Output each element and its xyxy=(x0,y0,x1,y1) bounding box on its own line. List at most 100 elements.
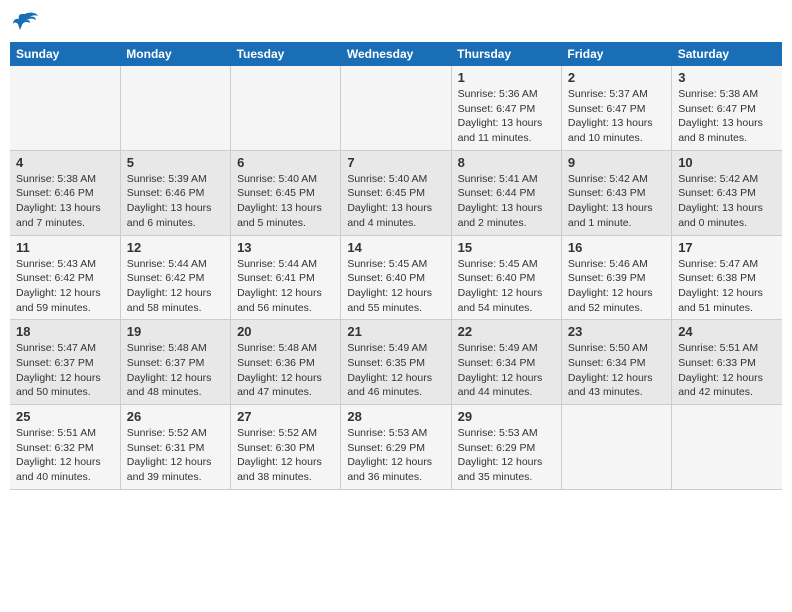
day-number: 2 xyxy=(568,70,665,85)
cell-content: Sunrise: 5:51 AM xyxy=(16,426,114,441)
day-number: 20 xyxy=(237,324,334,339)
cell-content: and 0 minutes. xyxy=(678,216,776,231)
calendar-week-row: 1Sunrise: 5:36 AMSunset: 6:47 PMDaylight… xyxy=(10,66,782,150)
cell-content: and 11 minutes. xyxy=(458,131,555,146)
day-number: 9 xyxy=(568,155,665,170)
cell-content: Sunset: 6:47 PM xyxy=(678,102,776,117)
cell-content: Sunset: 6:46 PM xyxy=(16,186,114,201)
cell-content: Sunrise: 5:45 AM xyxy=(458,257,555,272)
cell-content: Sunset: 6:38 PM xyxy=(678,271,776,286)
cell-content: and 1 minute. xyxy=(568,216,665,231)
cell-content: Sunset: 6:33 PM xyxy=(678,356,776,371)
cell-content: and 59 minutes. xyxy=(16,301,114,316)
cell-content: Sunrise: 5:46 AM xyxy=(568,257,665,272)
calendar-cell: 8 Sunrise: 5:41 AMSunset: 6:44 PMDaylight… xyxy=(451,150,561,235)
cell-content: and 2 minutes. xyxy=(458,216,555,231)
cell-content: Sunrise: 5:53 AM xyxy=(347,426,444,441)
calendar-cell: 2Sunrise: 5:37 AMSunset: 6:47 PMDaylight… xyxy=(561,66,671,150)
cell-content: Sunset: 6:45 PM xyxy=(237,186,334,201)
day-number: 26 xyxy=(127,409,224,424)
cell-content: Sunset: 6:40 PM xyxy=(347,271,444,286)
cell-content: Daylight: 13 hours xyxy=(347,201,444,216)
calendar-cell: 11Sunrise: 5:43 AMSunset: 6:42 PMDayligh… xyxy=(10,235,120,320)
cell-content: Daylight: 13 hours xyxy=(458,201,555,216)
cell-content: and 55 minutes. xyxy=(347,301,444,316)
day-header-friday: Friday xyxy=(561,42,671,66)
cell-content: and 4 minutes. xyxy=(347,216,444,231)
cell-content: Sunset: 6:36 PM xyxy=(237,356,334,371)
calendar-cell: 28Sunrise: 5:53 AMSunset: 6:29 PMDayligh… xyxy=(341,405,451,490)
calendar-table: SundayMondayTuesdayWednesdayThursdayFrid… xyxy=(10,42,782,490)
calendar-cell: 3Sunrise: 5:38 AMSunset: 6:47 PMDaylight… xyxy=(672,66,782,150)
calendar-cell: 29Sunrise: 5:53 AMSunset: 6:29 PMDayligh… xyxy=(451,405,561,490)
cell-content: Daylight: 13 hours xyxy=(568,116,665,131)
cell-content: Daylight: 12 hours xyxy=(568,286,665,301)
cell-content: Daylight: 12 hours xyxy=(678,371,776,386)
cell-content: and 58 minutes. xyxy=(127,301,224,316)
calendar-cell: 21Sunrise: 5:49 AMSunset: 6:35 PMDayligh… xyxy=(341,320,451,405)
calendar-cell: 23Sunrise: 5:50 AMSunset: 6:34 PMDayligh… xyxy=(561,320,671,405)
day-number: 11 xyxy=(16,240,114,255)
calendar-cell: 18Sunrise: 5:47 AMSunset: 6:37 PMDayligh… xyxy=(10,320,120,405)
calendar-cell: 6Sunrise: 5:40 AMSunset: 6:45 PMDaylight… xyxy=(231,150,341,235)
cell-content: Sunset: 6:37 PM xyxy=(16,356,114,371)
cell-content: and 56 minutes. xyxy=(237,301,334,316)
cell-content: Sunrise: 5:48 AM xyxy=(127,341,224,356)
cell-content: Daylight: 12 hours xyxy=(458,286,555,301)
cell-content: Sunset: 6:44 PM xyxy=(458,186,555,201)
calendar-cell: 14Sunrise: 5:45 AMSunset: 6:40 PMDayligh… xyxy=(341,235,451,320)
calendar-header-row: SundayMondayTuesdayWednesdayThursdayFrid… xyxy=(10,42,782,66)
cell-content: Daylight: 12 hours xyxy=(127,286,224,301)
calendar-cell: 1Sunrise: 5:36 AMSunset: 6:47 PMDaylight… xyxy=(451,66,561,150)
day-header-sunday: Sunday xyxy=(10,42,120,66)
cell-content: Sunrise: 5:39 AM xyxy=(127,172,224,187)
cell-content: Sunset: 6:37 PM xyxy=(127,356,224,371)
calendar-cell: 12Sunrise: 5:44 AMSunset: 6:42 PMDayligh… xyxy=(120,235,230,320)
cell-content: and 44 minutes. xyxy=(458,385,555,400)
calendar-cell: 17Sunrise: 5:47 AMSunset: 6:38 PMDayligh… xyxy=(672,235,782,320)
cell-content: Daylight: 12 hours xyxy=(16,371,114,386)
cell-content: and 42 minutes. xyxy=(678,385,776,400)
day-number: 3 xyxy=(678,70,776,85)
calendar-cell xyxy=(120,66,230,150)
cell-content: Sunrise: 5:40 AM xyxy=(237,172,334,187)
cell-content: Sunrise: 5:41 AM xyxy=(458,172,555,187)
cell-content: Daylight: 12 hours xyxy=(458,371,555,386)
day-number: 19 xyxy=(127,324,224,339)
day-number: 5 xyxy=(127,155,224,170)
calendar-cell: 4Sunrise: 5:38 AMSunset: 6:46 PMDaylight… xyxy=(10,150,120,235)
cell-content: Sunrise: 5:44 AM xyxy=(127,257,224,272)
cell-content: and 5 minutes. xyxy=(237,216,334,231)
cell-content: Sunset: 6:43 PM xyxy=(568,186,665,201)
cell-content: Sunset: 6:43 PM xyxy=(678,186,776,201)
cell-content: and 6 minutes. xyxy=(127,216,224,231)
cell-content: Sunset: 6:47 PM xyxy=(568,102,665,117)
calendar-cell: 25Sunrise: 5:51 AMSunset: 6:32 PMDayligh… xyxy=(10,405,120,490)
cell-content: Sunrise: 5:53 AM xyxy=(458,426,555,441)
cell-content: Sunrise: 5:50 AM xyxy=(568,341,665,356)
cell-content: and 48 minutes. xyxy=(127,385,224,400)
cell-content: Sunset: 6:40 PM xyxy=(458,271,555,286)
cell-content: Sunset: 6:35 PM xyxy=(347,356,444,371)
calendar-cell xyxy=(341,66,451,150)
cell-content: Sunrise: 5:36 AM xyxy=(458,87,555,102)
day-number: 13 xyxy=(237,240,334,255)
cell-content: and 8 minutes. xyxy=(678,131,776,146)
cell-content: Daylight: 12 hours xyxy=(458,455,555,470)
cell-content: Sunrise: 5:51 AM xyxy=(678,341,776,356)
cell-content: Daylight: 13 hours xyxy=(678,116,776,131)
day-header-wednesday: Wednesday xyxy=(341,42,451,66)
day-number: 8 xyxy=(458,155,555,170)
calendar-cell xyxy=(672,405,782,490)
cell-content: and 10 minutes. xyxy=(568,131,665,146)
day-number: 10 xyxy=(678,155,776,170)
cell-content: Daylight: 12 hours xyxy=(127,371,224,386)
cell-content: Daylight: 12 hours xyxy=(678,286,776,301)
cell-content: Sunrise: 5:38 AM xyxy=(16,172,114,187)
cell-content: and 47 minutes. xyxy=(237,385,334,400)
cell-content: Sunrise: 5:49 AM xyxy=(458,341,555,356)
cell-content: Sunrise: 5:40 AM xyxy=(347,172,444,187)
calendar-cell: 26Sunrise: 5:52 AMSunset: 6:31 PMDayligh… xyxy=(120,405,230,490)
cell-content: Sunset: 6:34 PM xyxy=(568,356,665,371)
cell-content: and 54 minutes. xyxy=(458,301,555,316)
